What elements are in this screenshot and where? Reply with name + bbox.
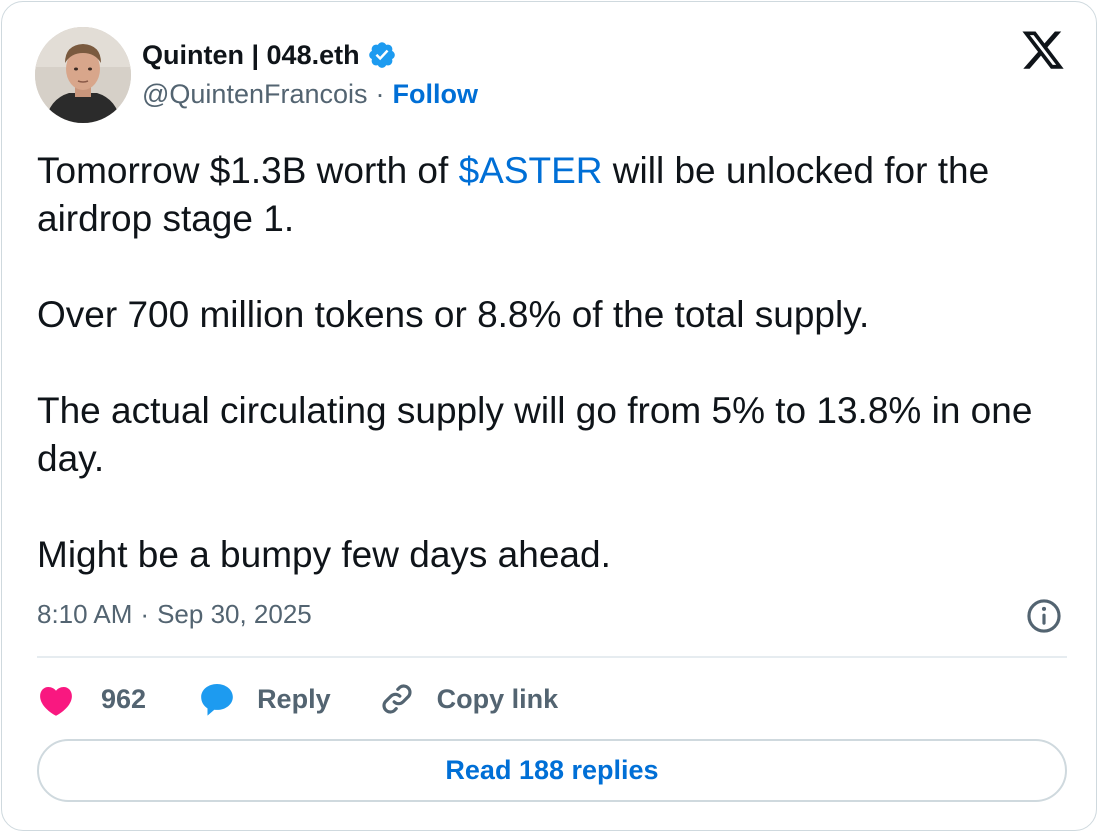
- author-name-row: Quinten | 048.eth: [142, 36, 397, 74]
- author-display-name[interactable]: Quinten | 048.eth: [142, 40, 360, 71]
- tweet-text-part: Tomorrow $1.3B worth of: [37, 150, 459, 191]
- reply-button[interactable]: Reply: [198, 680, 331, 718]
- copy-link-button[interactable]: Copy link: [378, 680, 559, 718]
- speech-bubble-icon: [201, 683, 233, 716]
- tweet-paragraph-2: Over 700 million tokens or 8.8% of the t…: [37, 294, 870, 335]
- like-count: 962: [101, 683, 147, 714]
- read-replies-button[interactable]: Read 188 replies: [37, 739, 1067, 802]
- divider: [37, 656, 1067, 658]
- timestamp-separator: ·: [140, 598, 150, 629]
- avatar-image: [35, 27, 131, 123]
- tweet-date: Sep 30, 2025: [157, 598, 312, 629]
- x-logo-icon[interactable]: [1020, 31, 1066, 73]
- heart-icon: [40, 687, 72, 716]
- tweet-time: 8:10 AM: [37, 598, 133, 629]
- tweet-text: Tomorrow $1.3B worth of $ASTER will be u…: [37, 147, 1077, 579]
- verified-badge-icon[interactable]: [367, 40, 397, 70]
- handle-separator: ·: [375, 78, 385, 109]
- author-handle[interactable]: @QuintenFrancois: [142, 79, 368, 110]
- action-bar: 962 Reply Copy link: [37, 674, 558, 724]
- tweet-paragraph-4: Might be a bumpy few days ahead.: [37, 534, 611, 575]
- tweet-timestamp[interactable]: 8:10 AM · Sep 30, 2025: [37, 596, 312, 632]
- cashtag-link[interactable]: $ASTER: [459, 150, 603, 191]
- copy-link-label: Copy link: [436, 683, 559, 714]
- like-button[interactable]: 962: [37, 681, 146, 717]
- avatar[interactable]: [35, 27, 131, 123]
- reply-label: Reply: [257, 683, 331, 714]
- tweet-paragraph-1: Tomorrow $1.3B worth of $ASTER will be u…: [37, 147, 1077, 243]
- follow-button[interactable]: Follow: [393, 79, 478, 110]
- tweet-card: Quinten | 048.eth @QuintenFrancois · Fol…: [1, 1, 1097, 831]
- info-icon[interactable]: [1025, 597, 1063, 635]
- link-icon: [382, 684, 412, 714]
- tweet-paragraph-3: The actual circulating supply will go fr…: [37, 390, 1033, 479]
- author-handle-row: @QuintenFrancois · Follow: [142, 76, 478, 112]
